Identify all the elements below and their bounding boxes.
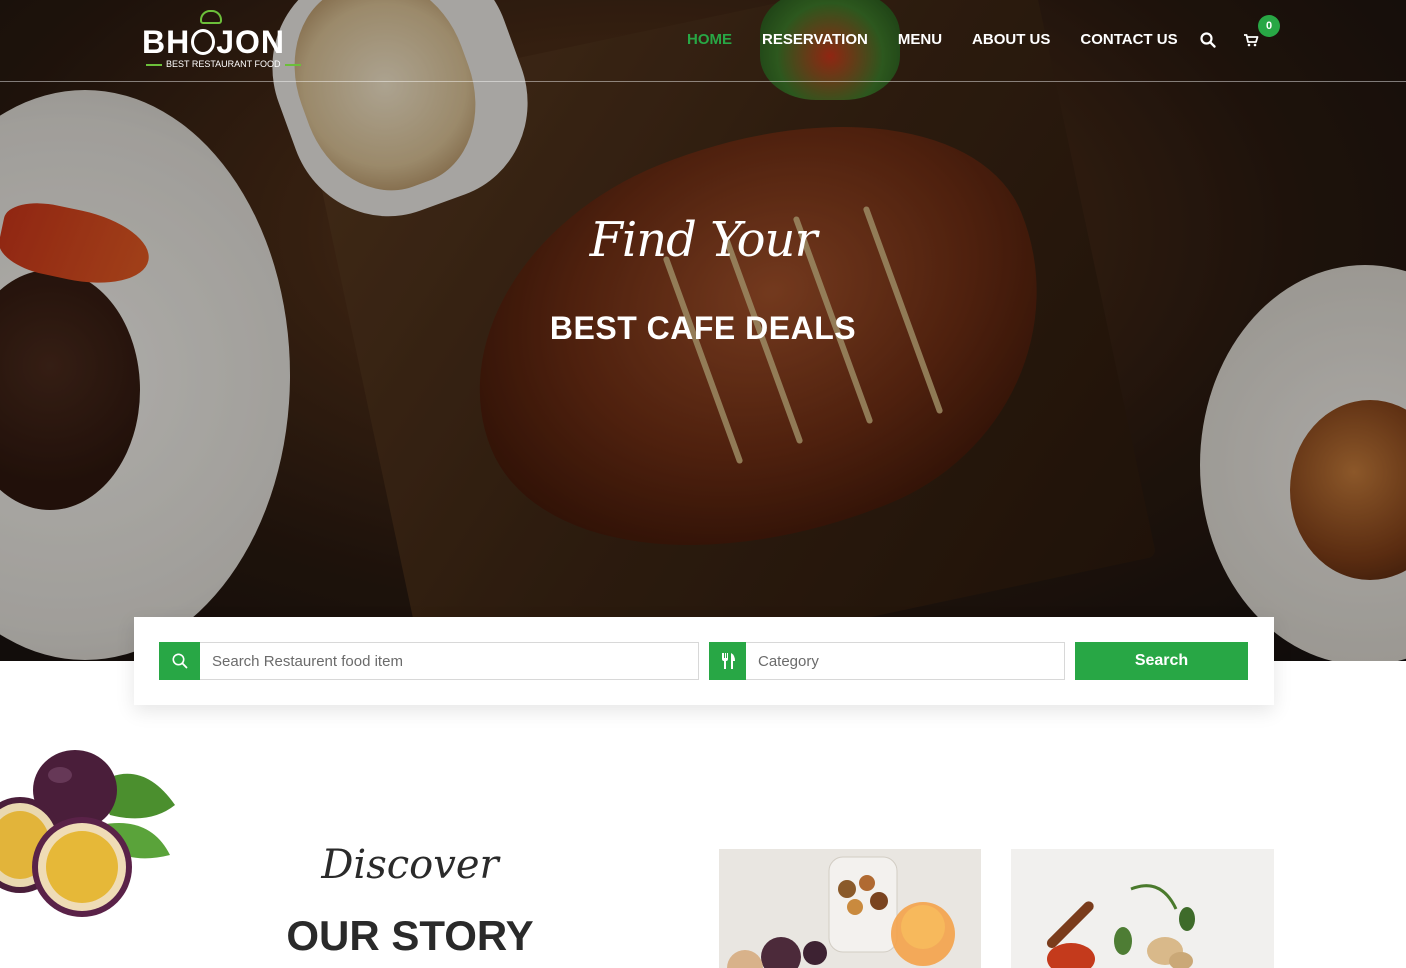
passion-fruit-image xyxy=(0,745,180,920)
nav-menu[interactable]: MENU xyxy=(898,31,942,49)
nav-reservation[interactable]: RESERVATION xyxy=(762,31,868,49)
category-icon-box xyxy=(709,642,746,680)
story-script-heading: Discover xyxy=(321,842,499,888)
food-search-input[interactable] xyxy=(200,642,699,680)
search-button[interactable]: Search xyxy=(1075,642,1248,680)
site-header: BH JON BEST RESTAURANT FOOD HOME RESERVAT… xyxy=(0,0,1406,82)
cart-count-badge: 0 xyxy=(1258,15,1280,37)
search-panel: Search xyxy=(134,617,1274,705)
nav-home[interactable]: HOME xyxy=(687,31,732,49)
food-search-icon-box xyxy=(159,642,201,680)
category-input[interactable] xyxy=(746,642,1065,680)
nav-about-us[interactable]: ABOUT US xyxy=(972,31,1050,49)
main-nav: HOME RESERVATION MENU ABOUT US CONTACT U… xyxy=(687,31,1208,49)
logo-text-left: BH xyxy=(142,24,191,60)
story-photo-dried-fruits xyxy=(719,849,981,968)
story-title: OUR STORY xyxy=(286,912,534,959)
site-logo[interactable]: BH JON BEST RESTAURANT FOOD xyxy=(142,10,298,70)
utensils-icon xyxy=(721,653,735,669)
story-photo-spices xyxy=(1011,849,1274,968)
hero-title: BEST CAFE DEALS xyxy=(549,310,857,346)
logo-text-right: JON xyxy=(216,24,286,60)
logo-wordmark: BH JON xyxy=(142,24,285,61)
hero-script-heading: Find Your xyxy=(589,212,818,268)
search-icon[interactable] xyxy=(1199,31,1217,49)
search-icon xyxy=(172,653,188,669)
cart-icon[interactable] xyxy=(1242,31,1260,49)
nav-contact-us[interactable]: CONTACT US xyxy=(1080,31,1177,49)
logo-tagline: BEST RESTAURANT FOOD xyxy=(142,59,298,69)
chef-hat-icon xyxy=(200,10,222,24)
logo-plate-icon xyxy=(191,29,216,55)
